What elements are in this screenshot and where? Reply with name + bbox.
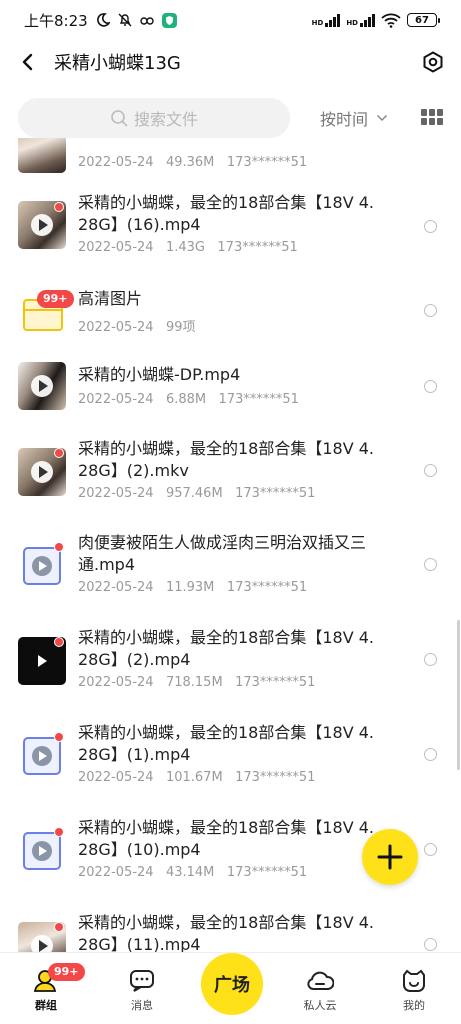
- nav-plaza-label: 广场: [214, 975, 250, 996]
- file-name: 采精的小蝴蝶，最全的18部合集【18V 4.28G】(2).mp4: [78, 628, 375, 669]
- file-meta: 2022-05-24 99项: [78, 320, 196, 335]
- signal-bars-icon: [325, 13, 341, 27]
- file-meta: 2022-05-24 49.36M 173******51: [78, 155, 308, 170]
- select-radio[interactable]: [424, 380, 437, 393]
- battery-indicator: 67: [407, 13, 440, 27]
- chat-icon: [130, 970, 154, 992]
- play-icon: [31, 650, 53, 672]
- file-meta: 2022-05-24 957.46M 173******51: [78, 486, 316, 501]
- file-meta: 2022-05-24 1.43G 173******51: [78, 240, 298, 255]
- new-dot-badge: [54, 732, 64, 742]
- status-left-icons: [96, 12, 177, 28]
- nav-private-cloud[interactable]: 私人云: [280, 953, 360, 1024]
- search-input[interactable]: 搜索文件: [18, 98, 290, 138]
- moon-icon: [96, 13, 110, 27]
- list-item[interactable]: 采精的小蝴蝶，最全的18部合集【18V 4.28G】(1).mp4 2022-0…: [0, 712, 461, 807]
- search-icon: [111, 110, 128, 127]
- select-radio[interactable]: [424, 220, 437, 233]
- profile-face-icon: [403, 969, 425, 992]
- plus-icon: [377, 844, 403, 870]
- select-radio[interactable]: [424, 843, 437, 856]
- file-name: 采精的小蝴蝶，最全的18部合集【18V 4.28G】(2).mkv: [78, 439, 375, 480]
- file-name: 采精的小蝴蝶，最全的18部合集【18V 4.28G】(16).mp4: [78, 193, 375, 234]
- file-meta: 2022-05-24 6.88M 173******51: [78, 392, 299, 407]
- select-radio[interactable]: [424, 558, 437, 571]
- nav-plaza-button[interactable]: 广场: [201, 953, 263, 1015]
- play-icon: [31, 214, 53, 236]
- nav-messages[interactable]: 消息: [102, 953, 182, 1024]
- nav-mine-label: 我的: [403, 999, 425, 1012]
- new-dot-badge: [54, 202, 64, 212]
- video-thumbnail: [18, 138, 66, 173]
- add-button[interactable]: [362, 829, 418, 885]
- file-meta: 2022-05-24 11.93M 173******51: [78, 580, 308, 595]
- play-icon: [31, 935, 53, 952]
- play-icon: [31, 375, 53, 397]
- new-dot-badge: [54, 827, 64, 837]
- file-name: 采精的小蝴蝶-DP.mp4: [78, 365, 241, 384]
- signal-1-label: HD: [311, 19, 324, 27]
- status-bar: 上午8:23 HD HD 67: [0, 0, 461, 40]
- bell-muted-icon: [118, 13, 132, 27]
- list-item[interactable]: 肉便妻被陌生人做成淫肉三明治双插又三通.mp4 2022-05-24 11.93…: [0, 522, 461, 617]
- list-item[interactable]: 采精的小蝴蝶，最全的18部合集【18V 4.28G】(16).mp4 2022-…: [0, 184, 461, 279]
- select-radio[interactable]: [424, 748, 437, 761]
- video-thumbnail: [18, 362, 66, 410]
- video-file-icon: [23, 737, 61, 775]
- back-button[interactable]: [16, 50, 40, 74]
- play-icon: [31, 461, 53, 483]
- nav-groups[interactable]: 99+ 群组: [6, 953, 86, 1024]
- nav-groups-label: 群组: [35, 999, 57, 1012]
- new-dot-badge: [54, 637, 64, 647]
- signal-bars-icon: [360, 13, 375, 27]
- list-item[interactable]: 采精的小蝴蝶，最全的18部合集【18V 4.28G】(11).mp4: [0, 902, 461, 952]
- cloud-icon: [307, 971, 334, 990]
- sort-dropdown[interactable]: 按时间: [320, 106, 388, 130]
- groups-badge: 99+: [48, 963, 85, 981]
- chevron-left-icon: [22, 53, 33, 71]
- new-dot-badge: [54, 448, 64, 458]
- nav-mine[interactable]: 我的: [374, 953, 454, 1024]
- search-placeholder: 搜索文件: [133, 110, 198, 129]
- select-radio[interactable]: [424, 304, 437, 317]
- signal-1: HD: [312, 13, 341, 27]
- toolbar-row: 搜索文件 按时间: [0, 98, 461, 138]
- list-scrollbar[interactable]: [457, 620, 460, 770]
- folder-name: 高清图片: [78, 289, 143, 308]
- video-file-icon: [23, 547, 61, 585]
- status-right-icons: HD HD 67: [312, 13, 440, 28]
- file-meta: 2022-05-24 101.67M 173******51: [78, 770, 316, 785]
- signal-2-label: HD: [346, 19, 358, 27]
- shield-icon: [161, 12, 177, 28]
- file-meta: 2022-05-24 43.14M 173******51: [78, 865, 308, 880]
- app-icon: [139, 17, 154, 25]
- sort-label: 按时间: [320, 110, 369, 129]
- signal-2: HD: [346, 13, 375, 27]
- file-name: 采精的小蝴蝶，最全的18部合集【18V 4.28G】(11).mp4: [78, 913, 375, 952]
- status-time: 上午8:23: [24, 11, 88, 30]
- bottom-nav: 99+ 群组 消息 广场 私人云 我的: [0, 952, 461, 1024]
- list-item[interactable]: 采精的小蝴蝶，最全的18部合集【18V 4.28G】(2).mp4 2022-0…: [0, 617, 461, 712]
- select-radio[interactable]: [424, 653, 437, 666]
- top-bar: 采精小蝴蝶13G: [0, 40, 461, 84]
- file-name: 肉便妻被陌生人做成淫肉三明治双插又三通.mp4: [78, 533, 367, 574]
- settings-button[interactable]: [419, 48, 447, 76]
- hexagon-settings-icon: [423, 51, 443, 73]
- select-radio[interactable]: [424, 938, 437, 951]
- select-radio[interactable]: [424, 464, 437, 477]
- nav-messages-label: 消息: [131, 999, 153, 1012]
- wifi-icon: [381, 13, 401, 28]
- count-badge: 99+: [37, 290, 74, 308]
- video-file-icon: [23, 832, 61, 870]
- page-title: 采精小蝴蝶13G: [54, 53, 181, 74]
- file-name: 采精的小蝴蝶，最全的18部合集【18V 4.28G】(1).mp4: [78, 723, 375, 764]
- file-meta: 2022-05-24 718.15M 173******51: [78, 675, 316, 690]
- list-item[interactable]: 采精的小蝴蝶，最全的18部合集【18V 4.28G】(2).mkv 2022-0…: [0, 428, 461, 523]
- new-dot-badge: [54, 922, 64, 932]
- nav-private-cloud-label: 私人云: [303, 999, 337, 1012]
- chevron-down-icon: [376, 114, 388, 122]
- new-dot-badge: [54, 542, 64, 552]
- grid-view-button[interactable]: [421, 109, 443, 127]
- file-name: 采精的小蝴蝶，最全的18部合集【18V 4.28G】(10).mp4: [78, 818, 375, 859]
